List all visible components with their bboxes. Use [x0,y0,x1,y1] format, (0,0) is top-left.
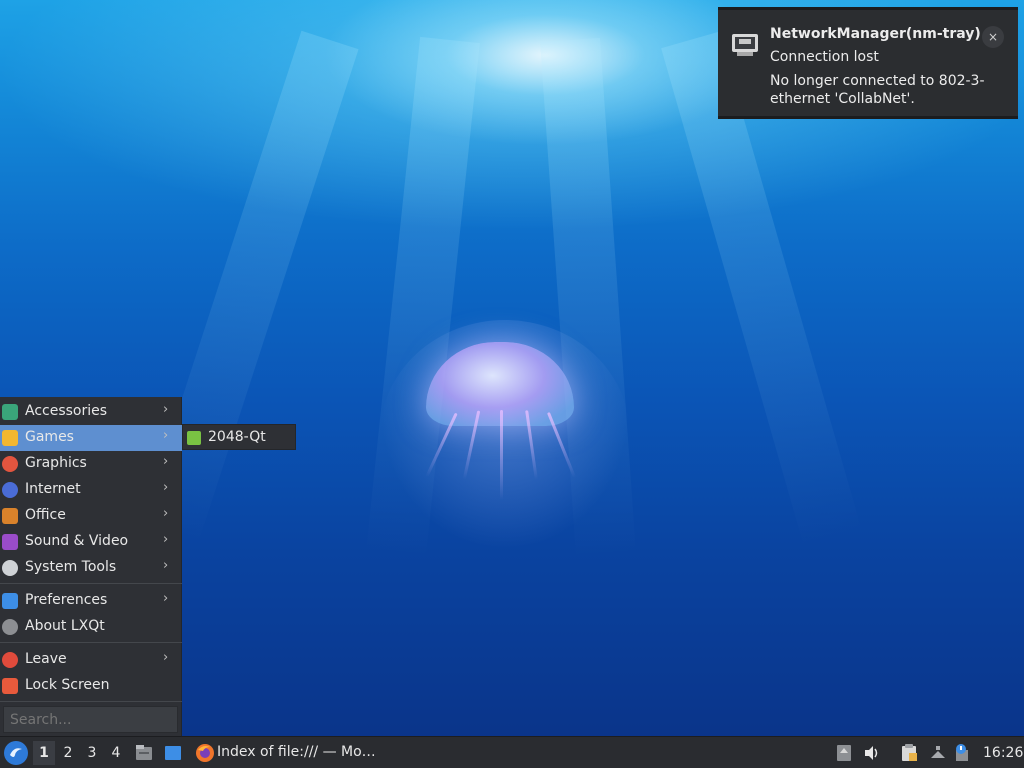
chevron-right-icon: › [163,558,169,573]
menu-item-label: About LXQt [25,618,105,634]
clock[interactable]: 16:26 [983,745,1023,761]
preferences-icon [2,593,18,609]
chevron-right-icon: › [163,506,169,521]
task-label: Index of file:/// — Mo… [217,744,376,760]
chevron-right-icon: › [163,650,169,665]
menu-item-label: Games [25,429,74,445]
menu-item-sound-video[interactable]: Sound & Video › [0,529,182,555]
2048-qt-icon [187,431,201,445]
menu-item-lock-screen[interactable]: Lock Screen [0,673,182,699]
menu-item-label: Graphics [25,455,87,471]
notification-popup[interactable]: NetworkManager(nm-tray) Connection lost … [718,7,1018,119]
power-icon [2,652,18,668]
menu-item-office[interactable]: Office › [0,503,182,529]
menu-item-internet[interactable]: Internet › [0,477,182,503]
menu-item-label: Leave [25,651,67,667]
menu-item-label: Sound & Video [25,533,129,549]
update-notifier-icon[interactable] [953,744,971,762]
desktop-switch-3[interactable]: 3 [81,741,103,765]
notification-body: No longer connected to 802-3-ethernet 'C… [770,73,985,107]
menu-separator [0,583,182,584]
system-tools-icon [2,560,18,576]
accessories-icon [2,404,18,420]
lxqt-logo-icon [5,742,27,764]
menu-item-games[interactable]: Games › [0,425,182,451]
info-icon [2,619,18,635]
taskbar-task-firefox[interactable]: Index of file:/// — Mo… [192,740,392,766]
notification-app-name: NetworkManager(nm-tray) [770,26,981,42]
menu-item-label: Accessories [25,403,108,419]
volume-icon[interactable] [863,744,881,762]
clipboard-icon[interactable] [900,744,918,762]
taskbar: 1 2 3 4 Index of file:/// — Mo… 16:26 [0,736,1024,768]
notification-summary: Connection lost [770,49,879,65]
close-icon[interactable]: × [982,26,1004,48]
jellyfish-tentacle [500,410,503,500]
menu-item-label: Internet [25,481,81,497]
start-menu-button[interactable] [4,741,28,765]
file-manager-icon[interactable] [135,744,153,762]
application-menu: Accessories › Games › Graphics › Interne… [0,397,182,736]
search-input[interactable] [3,706,178,733]
menu-item-label: Lock Screen [25,677,110,693]
graphics-icon [2,456,18,472]
desktop-switch-4[interactable]: 4 [105,741,127,765]
sound-video-icon [2,534,18,550]
chevron-right-icon: › [163,532,169,547]
tray-storage-icon[interactable] [835,744,853,762]
menu-item-accessories[interactable]: Accessories › [0,399,182,425]
chevron-right-icon: › [163,428,169,443]
desktop-switch-1[interactable]: 1 [33,741,55,765]
menu-item-label: Preferences [25,592,108,608]
menu-item-label: Office [25,507,66,523]
games-icon [2,430,18,446]
submenu-games: 2048-Qt [182,424,296,450]
chevron-right-icon: › [163,480,169,495]
show-desktop-icon[interactable] [164,744,182,762]
lock-icon [2,678,18,694]
menu-item-about-lxqt[interactable]: About LXQt [0,614,182,640]
menu-item-leave[interactable]: Leave › [0,647,182,673]
menu-item-system-tools[interactable]: System Tools › [0,555,182,581]
network-disconnected-icon[interactable] [929,744,947,762]
office-icon [2,508,18,524]
chevron-right-icon: › [163,454,169,469]
menu-item-graphics[interactable]: Graphics › [0,451,182,477]
menu-separator [0,701,182,702]
submenu-item-2048-qt[interactable]: 2048-Qt [208,429,266,445]
menu-item-label: System Tools [25,559,117,575]
desktop-switch-2[interactable]: 2 [57,741,79,765]
chevron-right-icon: › [163,591,169,606]
menu-item-preferences[interactable]: Preferences › [0,588,182,614]
menu-separator [0,642,182,643]
firefox-icon [196,744,214,762]
network-wired-icon [732,34,758,56]
chevron-right-icon: › [163,402,169,417]
internet-icon [2,482,18,498]
